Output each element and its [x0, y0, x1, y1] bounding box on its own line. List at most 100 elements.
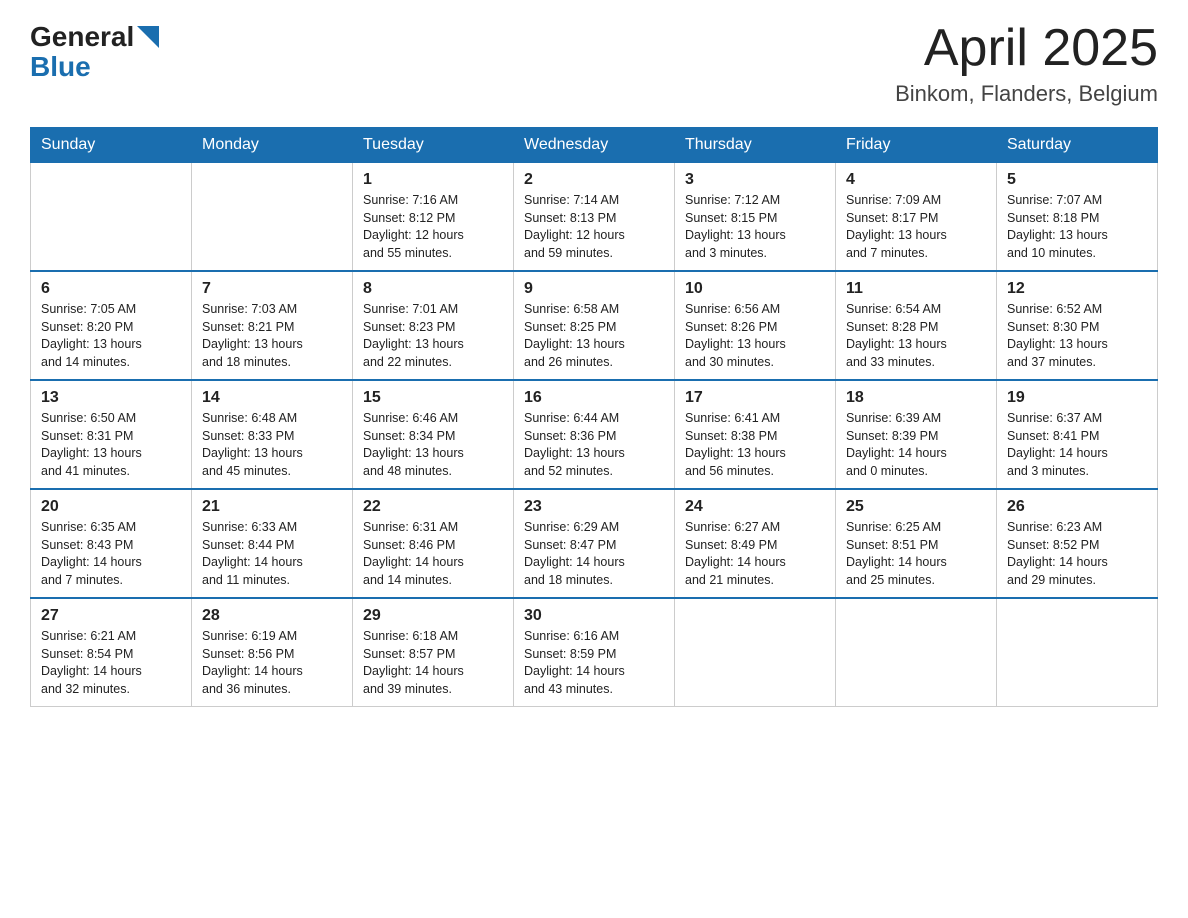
- day-info: Sunrise: 6:52 AMSunset: 8:30 PMDaylight:…: [1007, 301, 1147, 371]
- day-info: Sunrise: 7:03 AMSunset: 8:21 PMDaylight:…: [202, 301, 342, 371]
- calendar-cell: [192, 163, 353, 272]
- day-number: 17: [685, 389, 825, 407]
- day-number: 26: [1007, 498, 1147, 516]
- calendar-header-thursday: Thursday: [675, 128, 836, 163]
- day-info: Sunrise: 6:21 AMSunset: 8:54 PMDaylight:…: [41, 628, 181, 698]
- day-number: 25: [846, 498, 986, 516]
- calendar-header-saturday: Saturday: [997, 128, 1158, 163]
- calendar-cell: 24Sunrise: 6:27 AMSunset: 8:49 PMDayligh…: [675, 489, 836, 598]
- day-number: 10: [685, 280, 825, 298]
- calendar-cell: 7 Sunrise: 7:03 AMSunset: 8:21 PMDaylight…: [192, 271, 353, 380]
- day-info: Sunrise: 6:58 AMSunset: 8:25 PMDaylight:…: [524, 301, 664, 371]
- day-info: Sunrise: 7:01 AMSunset: 8:23 PMDaylight:…: [363, 301, 503, 371]
- page-header: General Blue April 2025 Binkom, Flanders…: [30, 20, 1158, 107]
- day-info: Sunrise: 6:18 AMSunset: 8:57 PMDaylight:…: [363, 628, 503, 698]
- calendar-header-row: SundayMondayTuesdayWednesdayThursdayFrid…: [31, 128, 1158, 163]
- calendar-cell: 1 Sunrise: 7:16 AMSunset: 8:12 PMDaylight…: [353, 163, 514, 272]
- calendar-header-sunday: Sunday: [31, 128, 192, 163]
- day-number: 6: [41, 280, 181, 298]
- day-info: Sunrise: 6:19 AMSunset: 8:56 PMDaylight:…: [202, 628, 342, 698]
- day-info: Sunrise: 7:07 AMSunset: 8:18 PMDaylight:…: [1007, 192, 1147, 262]
- calendar-header-wednesday: Wednesday: [514, 128, 675, 163]
- title-section: April 2025 Binkom, Flanders, Belgium: [895, 20, 1158, 107]
- calendar-header-tuesday: Tuesday: [353, 128, 514, 163]
- day-info: Sunrise: 7:05 AMSunset: 8:20 PMDaylight:…: [41, 301, 181, 371]
- calendar-cell: 13Sunrise: 6:50 AMSunset: 8:31 PMDayligh…: [31, 380, 192, 489]
- day-number: 5: [1007, 171, 1147, 189]
- calendar-cell: 8 Sunrise: 7:01 AMSunset: 8:23 PMDaylight…: [353, 271, 514, 380]
- day-info: Sunrise: 6:37 AMSunset: 8:41 PMDaylight:…: [1007, 410, 1147, 480]
- day-number: 16: [524, 389, 664, 407]
- calendar-cell: 5 Sunrise: 7:07 AMSunset: 8:18 PMDaylight…: [997, 163, 1158, 272]
- calendar-week-5: 27Sunrise: 6:21 AMSunset: 8:54 PMDayligh…: [31, 598, 1158, 707]
- day-number: 30: [524, 607, 664, 625]
- calendar-cell: 16 Sunrise: 6:44 AMSunset: 8:36 PMDayligh…: [514, 380, 675, 489]
- day-info: Sunrise: 6:41 AMSunset: 8:38 PMDaylight:…: [685, 410, 825, 480]
- day-info: Sunrise: 6:29 AMSunset: 8:47 PMDaylight:…: [524, 519, 664, 589]
- calendar-cell: 19 Sunrise: 6:37 AMSunset: 8:41 PMDayligh…: [997, 380, 1158, 489]
- calendar-cell: 23 Sunrise: 6:29 AMSunset: 8:47 PMDayligh…: [514, 489, 675, 598]
- day-number: 4: [846, 171, 986, 189]
- day-number: 2: [524, 171, 664, 189]
- calendar-cell: 28 Sunrise: 6:19 AMSunset: 8:56 PMDayligh…: [192, 598, 353, 707]
- calendar-cell: 26 Sunrise: 6:23 AMSunset: 8:52 PMDayligh…: [997, 489, 1158, 598]
- day-number: 21: [202, 498, 342, 516]
- day-number: 1: [363, 171, 503, 189]
- day-number: 18: [846, 389, 986, 407]
- calendar-cell: 30Sunrise: 6:16 AMSunset: 8:59 PMDayligh…: [514, 598, 675, 707]
- day-number: 20: [41, 498, 181, 516]
- page-title: April 2025: [895, 20, 1158, 77]
- day-info: Sunrise: 7:12 AMSunset: 8:15 PMDaylight:…: [685, 192, 825, 262]
- day-number: 7: [202, 280, 342, 298]
- day-info: Sunrise: 6:39 AMSunset: 8:39 PMDaylight:…: [846, 410, 986, 480]
- calendar-cell: 27Sunrise: 6:21 AMSunset: 8:54 PMDayligh…: [31, 598, 192, 707]
- calendar-week-4: 20Sunrise: 6:35 AMSunset: 8:43 PMDayligh…: [31, 489, 1158, 598]
- day-number: 3: [685, 171, 825, 189]
- day-info: Sunrise: 7:16 AMSunset: 8:12 PMDaylight:…: [363, 192, 503, 262]
- calendar-week-3: 13Sunrise: 6:50 AMSunset: 8:31 PMDayligh…: [31, 380, 1158, 489]
- calendar-cell: 21 Sunrise: 6:33 AMSunset: 8:44 PMDayligh…: [192, 489, 353, 598]
- calendar-cell: [997, 598, 1158, 707]
- day-number: 15: [363, 389, 503, 407]
- day-info: Sunrise: 6:23 AMSunset: 8:52 PMDaylight:…: [1007, 519, 1147, 589]
- calendar-cell: 11Sunrise: 6:54 AMSunset: 8:28 PMDayligh…: [836, 271, 997, 380]
- day-number: 29: [363, 607, 503, 625]
- day-number: 9: [524, 280, 664, 298]
- logo-blue: Blue: [30, 53, 91, 81]
- day-number: 28: [202, 607, 342, 625]
- day-number: 23: [524, 498, 664, 516]
- logo: General Blue: [30, 20, 159, 81]
- day-info: Sunrise: 6:31 AMSunset: 8:46 PMDaylight:…: [363, 519, 503, 589]
- calendar-cell: 6 Sunrise: 7:05 AMSunset: 8:20 PMDaylight…: [31, 271, 192, 380]
- day-info: Sunrise: 6:33 AMSunset: 8:44 PMDaylight:…: [202, 519, 342, 589]
- calendar-cell: 14 Sunrise: 6:48 AMSunset: 8:33 PMDayligh…: [192, 380, 353, 489]
- calendar-cell: 18 Sunrise: 6:39 AMSunset: 8:39 PMDayligh…: [836, 380, 997, 489]
- calendar-cell: 17 Sunrise: 6:41 AMSunset: 8:38 PMDayligh…: [675, 380, 836, 489]
- calendar-cell: 10 Sunrise: 6:56 AMSunset: 8:26 PMDayligh…: [675, 271, 836, 380]
- day-info: Sunrise: 6:25 AMSunset: 8:51 PMDaylight:…: [846, 519, 986, 589]
- day-info: Sunrise: 6:44 AMSunset: 8:36 PMDaylight:…: [524, 410, 664, 480]
- day-info: Sunrise: 6:56 AMSunset: 8:26 PMDaylight:…: [685, 301, 825, 371]
- calendar-cell: 20Sunrise: 6:35 AMSunset: 8:43 PMDayligh…: [31, 489, 192, 598]
- calendar-header-friday: Friday: [836, 128, 997, 163]
- calendar-header-monday: Monday: [192, 128, 353, 163]
- calendar-cell: 25 Sunrise: 6:25 AMSunset: 8:51 PMDayligh…: [836, 489, 997, 598]
- calendar-cell: 12 Sunrise: 6:52 AMSunset: 8:30 PMDayligh…: [997, 271, 1158, 380]
- day-info: Sunrise: 7:14 AMSunset: 8:13 PMDaylight:…: [524, 192, 664, 262]
- day-number: 22: [363, 498, 503, 516]
- calendar-cell: 4 Sunrise: 7:09 AMSunset: 8:17 PMDaylight…: [836, 163, 997, 272]
- day-info: Sunrise: 7:09 AMSunset: 8:17 PMDaylight:…: [846, 192, 986, 262]
- day-number: 14: [202, 389, 342, 407]
- calendar-cell: [836, 598, 997, 707]
- calendar-table: SundayMondayTuesdayWednesdayThursdayFrid…: [30, 127, 1158, 707]
- day-info: Sunrise: 6:48 AMSunset: 8:33 PMDaylight:…: [202, 410, 342, 480]
- day-number: 12: [1007, 280, 1147, 298]
- calendar-week-2: 6 Sunrise: 7:05 AMSunset: 8:20 PMDaylight…: [31, 271, 1158, 380]
- day-number: 8: [363, 280, 503, 298]
- day-number: 19: [1007, 389, 1147, 407]
- calendar-cell: 29 Sunrise: 6:18 AMSunset: 8:57 PMDayligh…: [353, 598, 514, 707]
- calendar-cell: 2 Sunrise: 7:14 AMSunset: 8:13 PMDaylight…: [514, 163, 675, 272]
- day-number: 24: [685, 498, 825, 516]
- calendar-cell: 3 Sunrise: 7:12 AMSunset: 8:15 PMDaylight…: [675, 163, 836, 272]
- calendar-week-1: 1 Sunrise: 7:16 AMSunset: 8:12 PMDaylight…: [31, 163, 1158, 272]
